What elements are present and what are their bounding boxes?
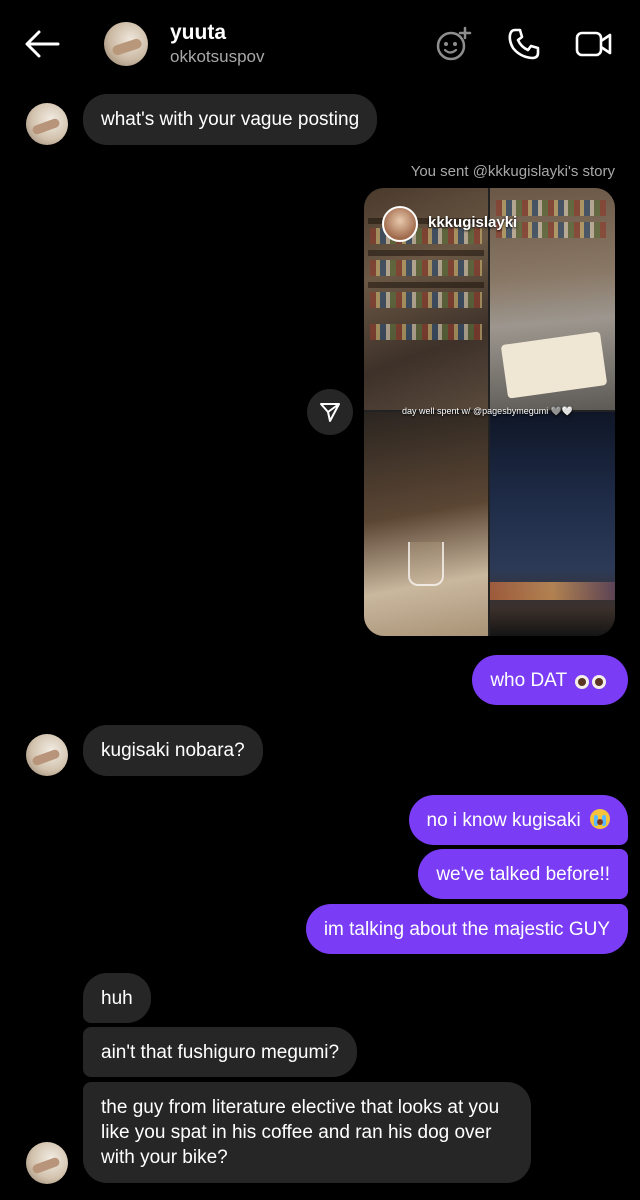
- message-text: who DAT: [490, 670, 567, 691]
- video-camera-icon: [575, 31, 612, 57]
- message-received[interactable]: ain't that fushiguro megumi?: [83, 1027, 358, 1077]
- share-button[interactable]: [307, 389, 353, 435]
- message-sent[interactable]: we've talked before!!: [418, 849, 628, 899]
- message-received[interactable]: the guy from literature elective that lo…: [83, 1082, 531, 1183]
- message-sent[interactable]: im talking about the majestic GUY: [305, 904, 628, 954]
- contact-name[interactable]: yuuta: [170, 21, 226, 45]
- back-arrow-icon: [25, 30, 60, 58]
- story-photo-cafe: [364, 412, 488, 636]
- message-sent[interactable]: no i know kugisaki: [408, 795, 628, 845]
- shared-story[interactable]: kkkugislayki day well spent w/ @pagesbym…: [364, 188, 615, 636]
- message-received[interactable]: what's with your vague posting: [83, 94, 378, 145]
- story-caption: You sent @kkkugislayki's story: [410, 163, 615, 180]
- back-button[interactable]: [20, 24, 64, 64]
- avatar[interactable]: [26, 1142, 68, 1184]
- video-call-button[interactable]: [572, 24, 616, 64]
- message-received[interactable]: huh: [83, 973, 151, 1023]
- crying-emoji-icon: [590, 809, 610, 829]
- avatar[interactable]: [26, 734, 68, 776]
- avatar[interactable]: [104, 22, 148, 66]
- send-icon: [320, 403, 340, 422]
- effects-button[interactable]: [432, 24, 476, 64]
- chat-header: yuuta okkotsuspov: [0, 0, 640, 90]
- story-photo-sky: [490, 412, 615, 636]
- eyes-emoji-icon: [572, 671, 606, 696]
- effects-icon: [436, 26, 472, 61]
- call-button[interactable]: [502, 24, 546, 64]
- message-received[interactable]: kugisaki nobara?: [83, 725, 263, 776]
- story-tag: day well spent w/ @pagesbymegumi 🩶🤍: [402, 406, 574, 416]
- avatar[interactable]: [26, 103, 68, 145]
- phone-icon: [508, 28, 540, 60]
- story-username: kkkugislayki: [428, 214, 518, 231]
- message-sent[interactable]: who DAT: [472, 655, 628, 705]
- message-text: no i know kugisaki: [426, 810, 581, 831]
- story-avatar: [382, 206, 418, 242]
- contact-handle[interactable]: okkotsuspov: [170, 47, 265, 67]
